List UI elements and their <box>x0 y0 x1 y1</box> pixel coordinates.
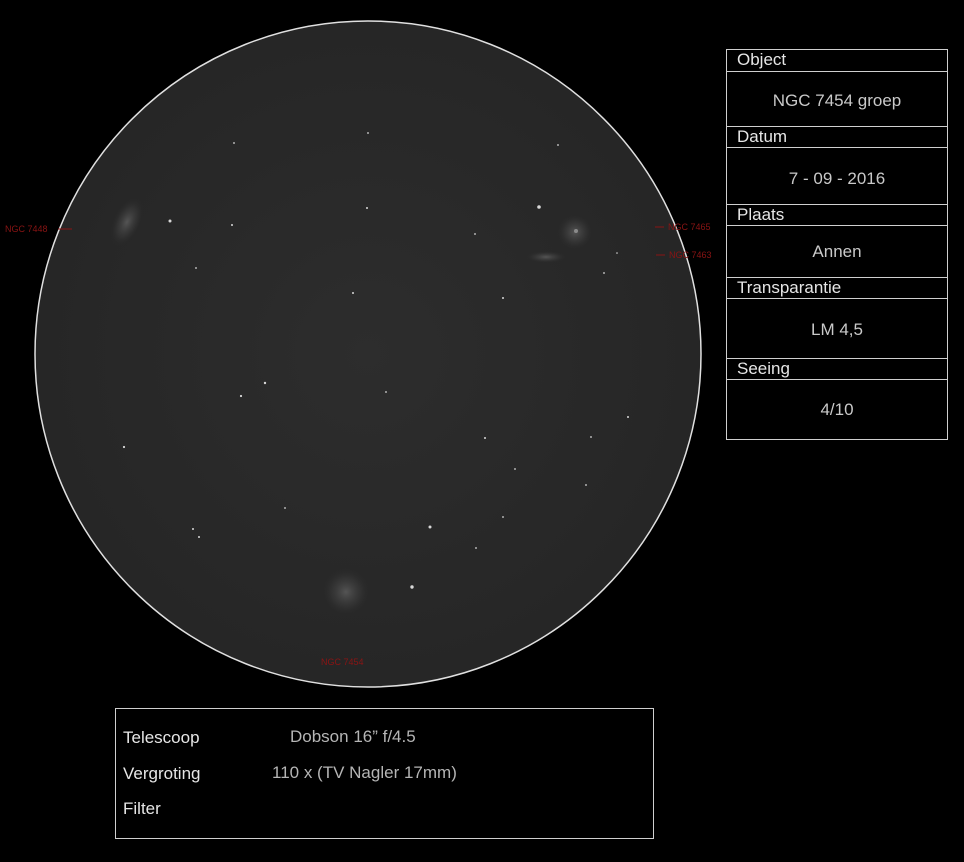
star <box>428 525 432 529</box>
star <box>502 516 504 518</box>
star <box>263 381 267 385</box>
star <box>627 416 629 418</box>
star <box>231 224 233 226</box>
star <box>195 267 197 269</box>
star <box>474 233 476 235</box>
star <box>537 205 541 209</box>
observation-info-panel: Object NGC 7454 groep Datum 7 - 09 - 201… <box>726 49 948 440</box>
star <box>122 445 126 449</box>
star <box>616 252 618 254</box>
star <box>603 272 605 274</box>
telescope-label: Telescoop <box>123 728 200 747</box>
star <box>502 297 504 299</box>
star <box>557 144 559 146</box>
filter-label: Filter <box>123 799 161 818</box>
magnification-value: 110 x (TV Nagler 17mm) <box>272 763 457 782</box>
star <box>198 536 200 538</box>
star <box>284 507 286 509</box>
star <box>192 528 194 530</box>
galaxy-ngc7465-core <box>574 229 578 233</box>
transparency-value: LM 4,5 <box>811 320 863 339</box>
star <box>410 585 414 589</box>
telescope-value: Dobson 16” f/4.5 <box>290 727 416 746</box>
label-ngc7463: NGC 7463 <box>669 250 712 260</box>
label-ngc7448: NGC 7448 <box>5 224 48 234</box>
star <box>585 484 587 486</box>
label-ngc7465: NGC 7465 <box>668 222 711 232</box>
galaxy-ngc7454 <box>322 568 370 616</box>
star <box>239 394 243 398</box>
star <box>168 219 172 223</box>
object-value: NGC 7454 groep <box>772 91 902 110</box>
star <box>366 207 368 209</box>
star <box>352 292 354 294</box>
magnification-label: Vergroting <box>123 764 201 783</box>
place-value: Annen <box>812 242 862 261</box>
object-header: Object <box>727 50 947 72</box>
star <box>367 132 369 134</box>
date-header: Datum <box>727 126 947 148</box>
seeing-value: 4/10 <box>820 400 854 419</box>
equipment-panel: Telescoop Dobson 16” f/4.5 Vergroting 11… <box>115 708 654 839</box>
date-value: 7 - 09 - 2016 <box>788 169 886 188</box>
star <box>590 436 592 438</box>
star <box>385 391 387 393</box>
label-ngc7454: NGC 7454 <box>321 657 364 667</box>
place-header: Plaats <box>727 204 947 226</box>
galaxy-ngc7463 <box>526 251 566 263</box>
star <box>233 142 235 144</box>
star <box>484 437 486 439</box>
star <box>514 468 516 470</box>
transparency-header: Transparantie <box>727 277 947 299</box>
star <box>475 547 477 549</box>
seeing-header: Seeing <box>727 358 947 380</box>
